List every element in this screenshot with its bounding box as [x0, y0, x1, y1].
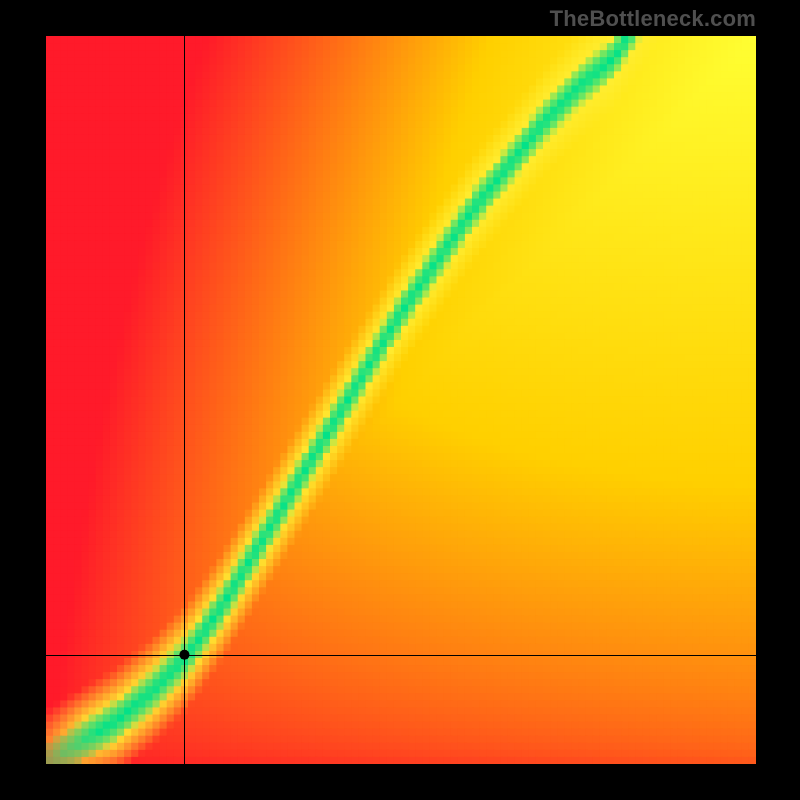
heatmap-canvas	[46, 36, 756, 764]
heatmap-plot	[46, 36, 756, 764]
watermark-label: TheBottleneck.com	[550, 6, 756, 32]
